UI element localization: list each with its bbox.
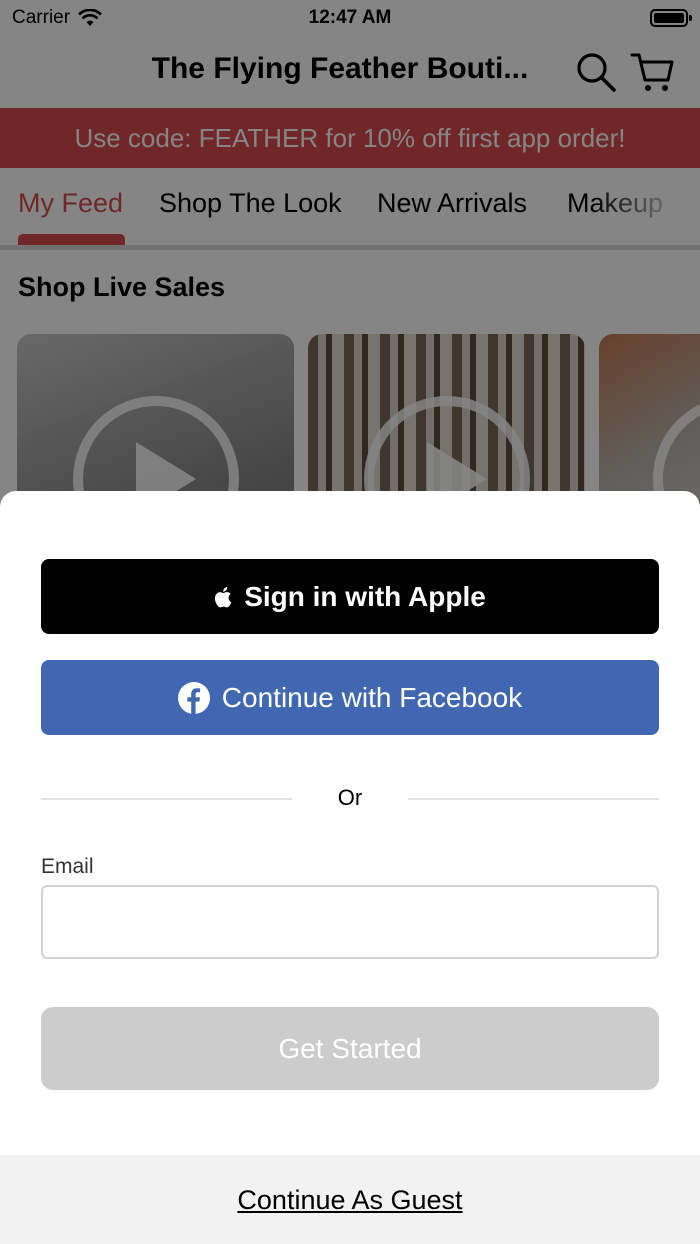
guest-bar: Continue As Guest <box>0 1155 700 1244</box>
get-started-label: Get Started <box>278 1032 422 1064</box>
facebook-button-label: Continue with Facebook <box>221 681 523 713</box>
divider-right <box>408 798 659 800</box>
apple-button-label: Sign in with Apple <box>244 580 486 612</box>
email-field[interactable] <box>41 885 659 959</box>
email-label: Email <box>41 855 94 878</box>
get-started-button[interactable]: Get Started <box>41 1007 659 1090</box>
apple-icon <box>215 586 232 607</box>
sign-in-with-apple-button[interactable]: Sign in with Apple <box>41 559 659 634</box>
or-separator: Or <box>337 785 363 810</box>
divider-left <box>41 798 292 800</box>
continue-as-guest-link[interactable]: Continue As Guest <box>0 1185 700 1216</box>
sign-in-sheet: Sign in with Apple Continue with Faceboo… <box>0 491 700 1244</box>
continue-with-facebook-button[interactable]: Continue with Facebook <box>41 660 659 735</box>
facebook-icon <box>177 681 210 714</box>
